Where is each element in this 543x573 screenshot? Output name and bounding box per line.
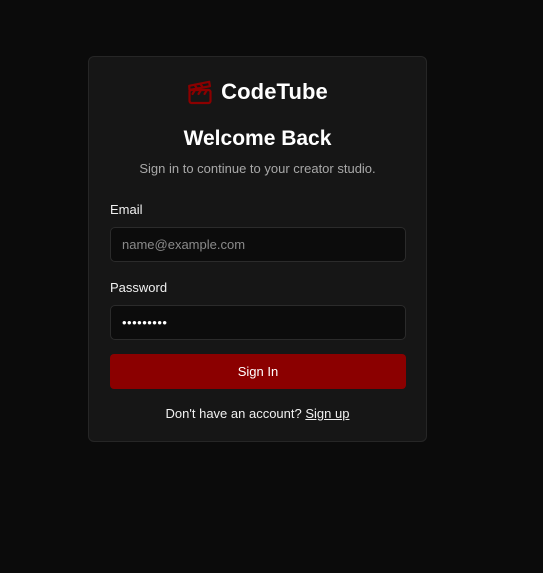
signup-prompt: Don't have an account? Sign up — [89, 406, 426, 421]
signup-prompt-text: Don't have an account? — [165, 406, 302, 421]
brand-name: CodeTube — [221, 79, 328, 104]
password-label: Password — [110, 280, 168, 295]
sign-in-button[interactable]: Sign In — [110, 354, 406, 389]
page-subtitle: Sign in to continue to your creator stud… — [139, 161, 376, 176]
page-title: Welcome Back — [183, 127, 332, 150]
login-card: CodeTube Welcome Back Sign in to continu… — [88, 56, 427, 442]
email-field[interactable] — [110, 227, 406, 262]
email-label: Email — [110, 202, 143, 217]
brand-header: CodeTube — [89, 79, 426, 105]
clapperboard-icon — [187, 79, 213, 105]
password-field[interactable] — [110, 305, 406, 340]
sign-up-link[interactable]: Sign up — [305, 406, 349, 421]
